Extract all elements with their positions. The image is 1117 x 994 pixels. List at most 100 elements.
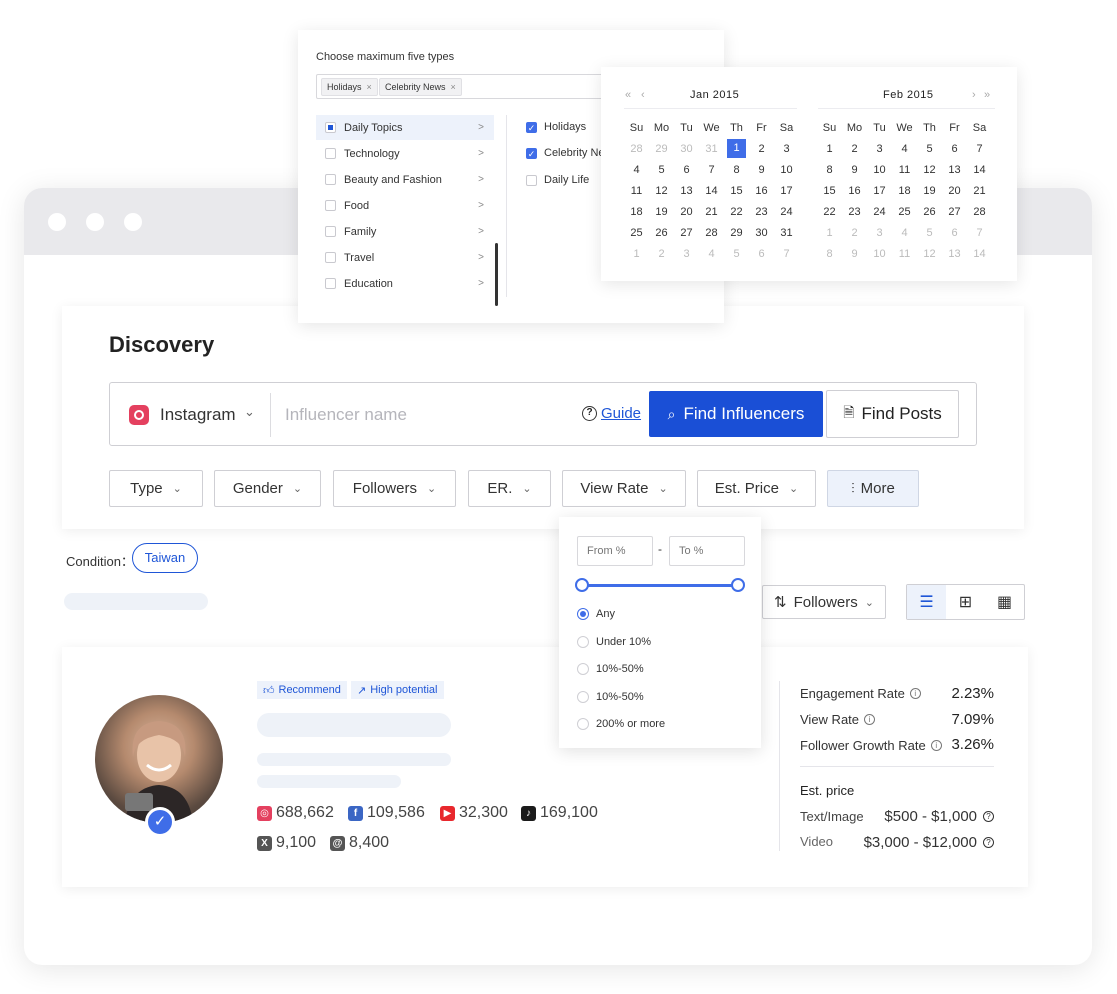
scrollbar[interactable] bbox=[495, 243, 498, 306]
calendar-day[interactable]: 23 bbox=[749, 206, 774, 218]
next-month-icon[interactable]: › bbox=[972, 89, 976, 101]
range-slider-max-handle[interactable] bbox=[731, 578, 745, 592]
category-food[interactable]: Food > bbox=[316, 193, 494, 218]
calendar-day[interactable]: 7 bbox=[967, 143, 992, 155]
calendar-day[interactable]: 25 bbox=[892, 206, 917, 218]
radio-button[interactable] bbox=[577, 718, 589, 730]
calendar-day[interactable]: 3 bbox=[867, 143, 892, 155]
radio-button[interactable] bbox=[577, 663, 589, 675]
calendar-day[interactable]: 13 bbox=[674, 185, 699, 197]
calendar-day[interactable]: 21 bbox=[699, 206, 724, 218]
checkbox[interactable] bbox=[325, 200, 336, 211]
calendar-day[interactable]: 4 bbox=[892, 227, 917, 239]
calendar-day[interactable]: 3 bbox=[774, 143, 799, 155]
calendar-day[interactable]: 24 bbox=[774, 206, 799, 218]
subcategory-holidays[interactable]: ✓ Holidays bbox=[526, 116, 586, 138]
calendar-day[interactable]: 1 bbox=[817, 227, 842, 239]
calendar-day[interactable]: 19 bbox=[649, 206, 674, 218]
filter-er[interactable]: ER. ⌄ bbox=[468, 470, 551, 507]
calendar-day[interactable]: 3 bbox=[674, 248, 699, 260]
view-rate-from-input[interactable] bbox=[577, 536, 653, 566]
calendar-day[interactable]: 2 bbox=[649, 248, 674, 260]
checkbox-checked[interactable]: ✓ bbox=[526, 121, 537, 133]
calendar-day[interactable]: 12 bbox=[917, 248, 942, 260]
radio-button[interactable] bbox=[577, 690, 589, 703]
platform-select-label[interactable]: Instagram bbox=[160, 405, 236, 425]
calendar-day[interactable]: 2 bbox=[842, 227, 867, 239]
calendar-day[interactable]: 26 bbox=[649, 227, 674, 239]
calendar-day[interactable]: 30 bbox=[674, 143, 699, 155]
calendar-day[interactable]: 18 bbox=[624, 206, 649, 218]
calendar-day[interactable]: 8 bbox=[817, 248, 842, 260]
calendar-day[interactable]: 31 bbox=[699, 143, 724, 155]
influencer-card[interactable]: ✓ 👍︎ Recommend ↗ High potential ◎ 688,662 f… bbox=[62, 647, 1028, 887]
view-rate-option[interactable]: Under 10% bbox=[577, 635, 651, 648]
calendar-day[interactable]: 11 bbox=[892, 164, 917, 176]
calendar-day[interactable]: 16 bbox=[842, 185, 867, 197]
calendar-day[interactable]: 1 bbox=[624, 248, 649, 260]
find-influencers-button[interactable]: ⌕ Find Influencers bbox=[649, 391, 823, 437]
calendar-day[interactable]: 30 bbox=[749, 227, 774, 239]
checkbox-checked[interactable]: ✓ bbox=[526, 147, 537, 159]
calendar-day[interactable]: 28 bbox=[967, 206, 992, 218]
sort-button[interactable]: ⇅ Followers ⌄ bbox=[762, 585, 886, 619]
subcategory-daily-life[interactable]: Daily Life bbox=[526, 169, 589, 191]
calendar-day[interactable]: 6 bbox=[674, 164, 699, 176]
calendar-day[interactable]: 27 bbox=[674, 227, 699, 239]
view-rate-option[interactable]: 10%-50% bbox=[577, 663, 644, 675]
calendar-day[interactable]: 6 bbox=[749, 248, 774, 260]
window-dot-close[interactable] bbox=[48, 213, 66, 231]
calendar-day[interactable]: 18 bbox=[892, 185, 917, 197]
calendar-day[interactable]: 5 bbox=[724, 248, 749, 260]
table-view-icon[interactable]: ▦ bbox=[985, 585, 1024, 619]
calendar-day[interactable]: 20 bbox=[674, 206, 699, 218]
checkbox[interactable] bbox=[325, 226, 336, 237]
view-rate-option[interactable]: 200% or more bbox=[577, 718, 665, 730]
calendar-day[interactable]: 26 bbox=[917, 206, 942, 218]
calendar-day[interactable]: 9 bbox=[842, 248, 867, 260]
calendar-day[interactable]: 8 bbox=[817, 164, 842, 176]
calendar-day[interactable]: 7 bbox=[967, 227, 992, 239]
info-icon[interactable]: i bbox=[864, 714, 876, 725]
view-rate-option[interactable]: Any bbox=[577, 608, 615, 620]
calendar-day[interactable]: 6 bbox=[942, 227, 967, 239]
calendar-day[interactable]: 10 bbox=[774, 164, 799, 176]
question-icon[interactable]: ? bbox=[582, 406, 597, 421]
window-dot-maximize[interactable] bbox=[124, 213, 142, 231]
calendar-day[interactable]: 14 bbox=[967, 248, 992, 260]
range-slider-track[interactable] bbox=[582, 584, 738, 587]
calendar-day[interactable]: 2 bbox=[842, 143, 867, 155]
filter-est-price[interactable]: Est. Price ⌄ bbox=[697, 470, 816, 507]
calendar-day[interactable]: 12 bbox=[649, 185, 674, 197]
calendar-day[interactable]: 17 bbox=[774, 185, 799, 197]
calendar-day[interactable]: 15 bbox=[724, 185, 749, 197]
view-rate-to-input[interactable] bbox=[669, 536, 745, 566]
calendar-day[interactable]: 1 bbox=[727, 139, 746, 158]
filter-view-rate[interactable]: View Rate ⌄ bbox=[562, 470, 686, 507]
calendar-day[interactable]: 5 bbox=[649, 164, 674, 176]
filter-more[interactable]: ⫶ More bbox=[827, 470, 919, 507]
calendar-day[interactable]: 21 bbox=[967, 185, 992, 197]
calendar-day[interactable]: 13 bbox=[942, 248, 967, 260]
calendar-day[interactable]: 17 bbox=[867, 185, 892, 197]
calendar-day[interactable]: 12 bbox=[917, 164, 942, 176]
calendar-day[interactable]: 4 bbox=[699, 248, 724, 260]
calendar-day[interactable]: 4 bbox=[892, 143, 917, 155]
calendar-day[interactable]: 23 bbox=[842, 206, 867, 218]
category-education[interactable]: Education > bbox=[316, 271, 494, 296]
calendar-day[interactable]: 5 bbox=[917, 143, 942, 155]
list-view-icon[interactable]: ☰ bbox=[907, 585, 946, 619]
calendar-day[interactable]: 28 bbox=[624, 143, 649, 155]
calendar-day[interactable]: 16 bbox=[749, 185, 774, 197]
checkbox[interactable] bbox=[325, 278, 336, 289]
filter-gender[interactable]: Gender ⌄ bbox=[214, 470, 321, 507]
calendar-day[interactable]: 2 bbox=[749, 143, 774, 155]
question-icon[interactable]: ? bbox=[983, 811, 994, 822]
calendar-day[interactable]: 27 bbox=[942, 206, 967, 218]
checkbox[interactable] bbox=[526, 174, 537, 186]
calendar-day[interactable]: 9 bbox=[842, 164, 867, 176]
calendar-day[interactable]: 15 bbox=[817, 185, 842, 197]
radio-button[interactable] bbox=[577, 635, 589, 648]
guide-link[interactable]: Guide bbox=[601, 405, 641, 422]
calendar-day[interactable]: 6 bbox=[942, 143, 967, 155]
